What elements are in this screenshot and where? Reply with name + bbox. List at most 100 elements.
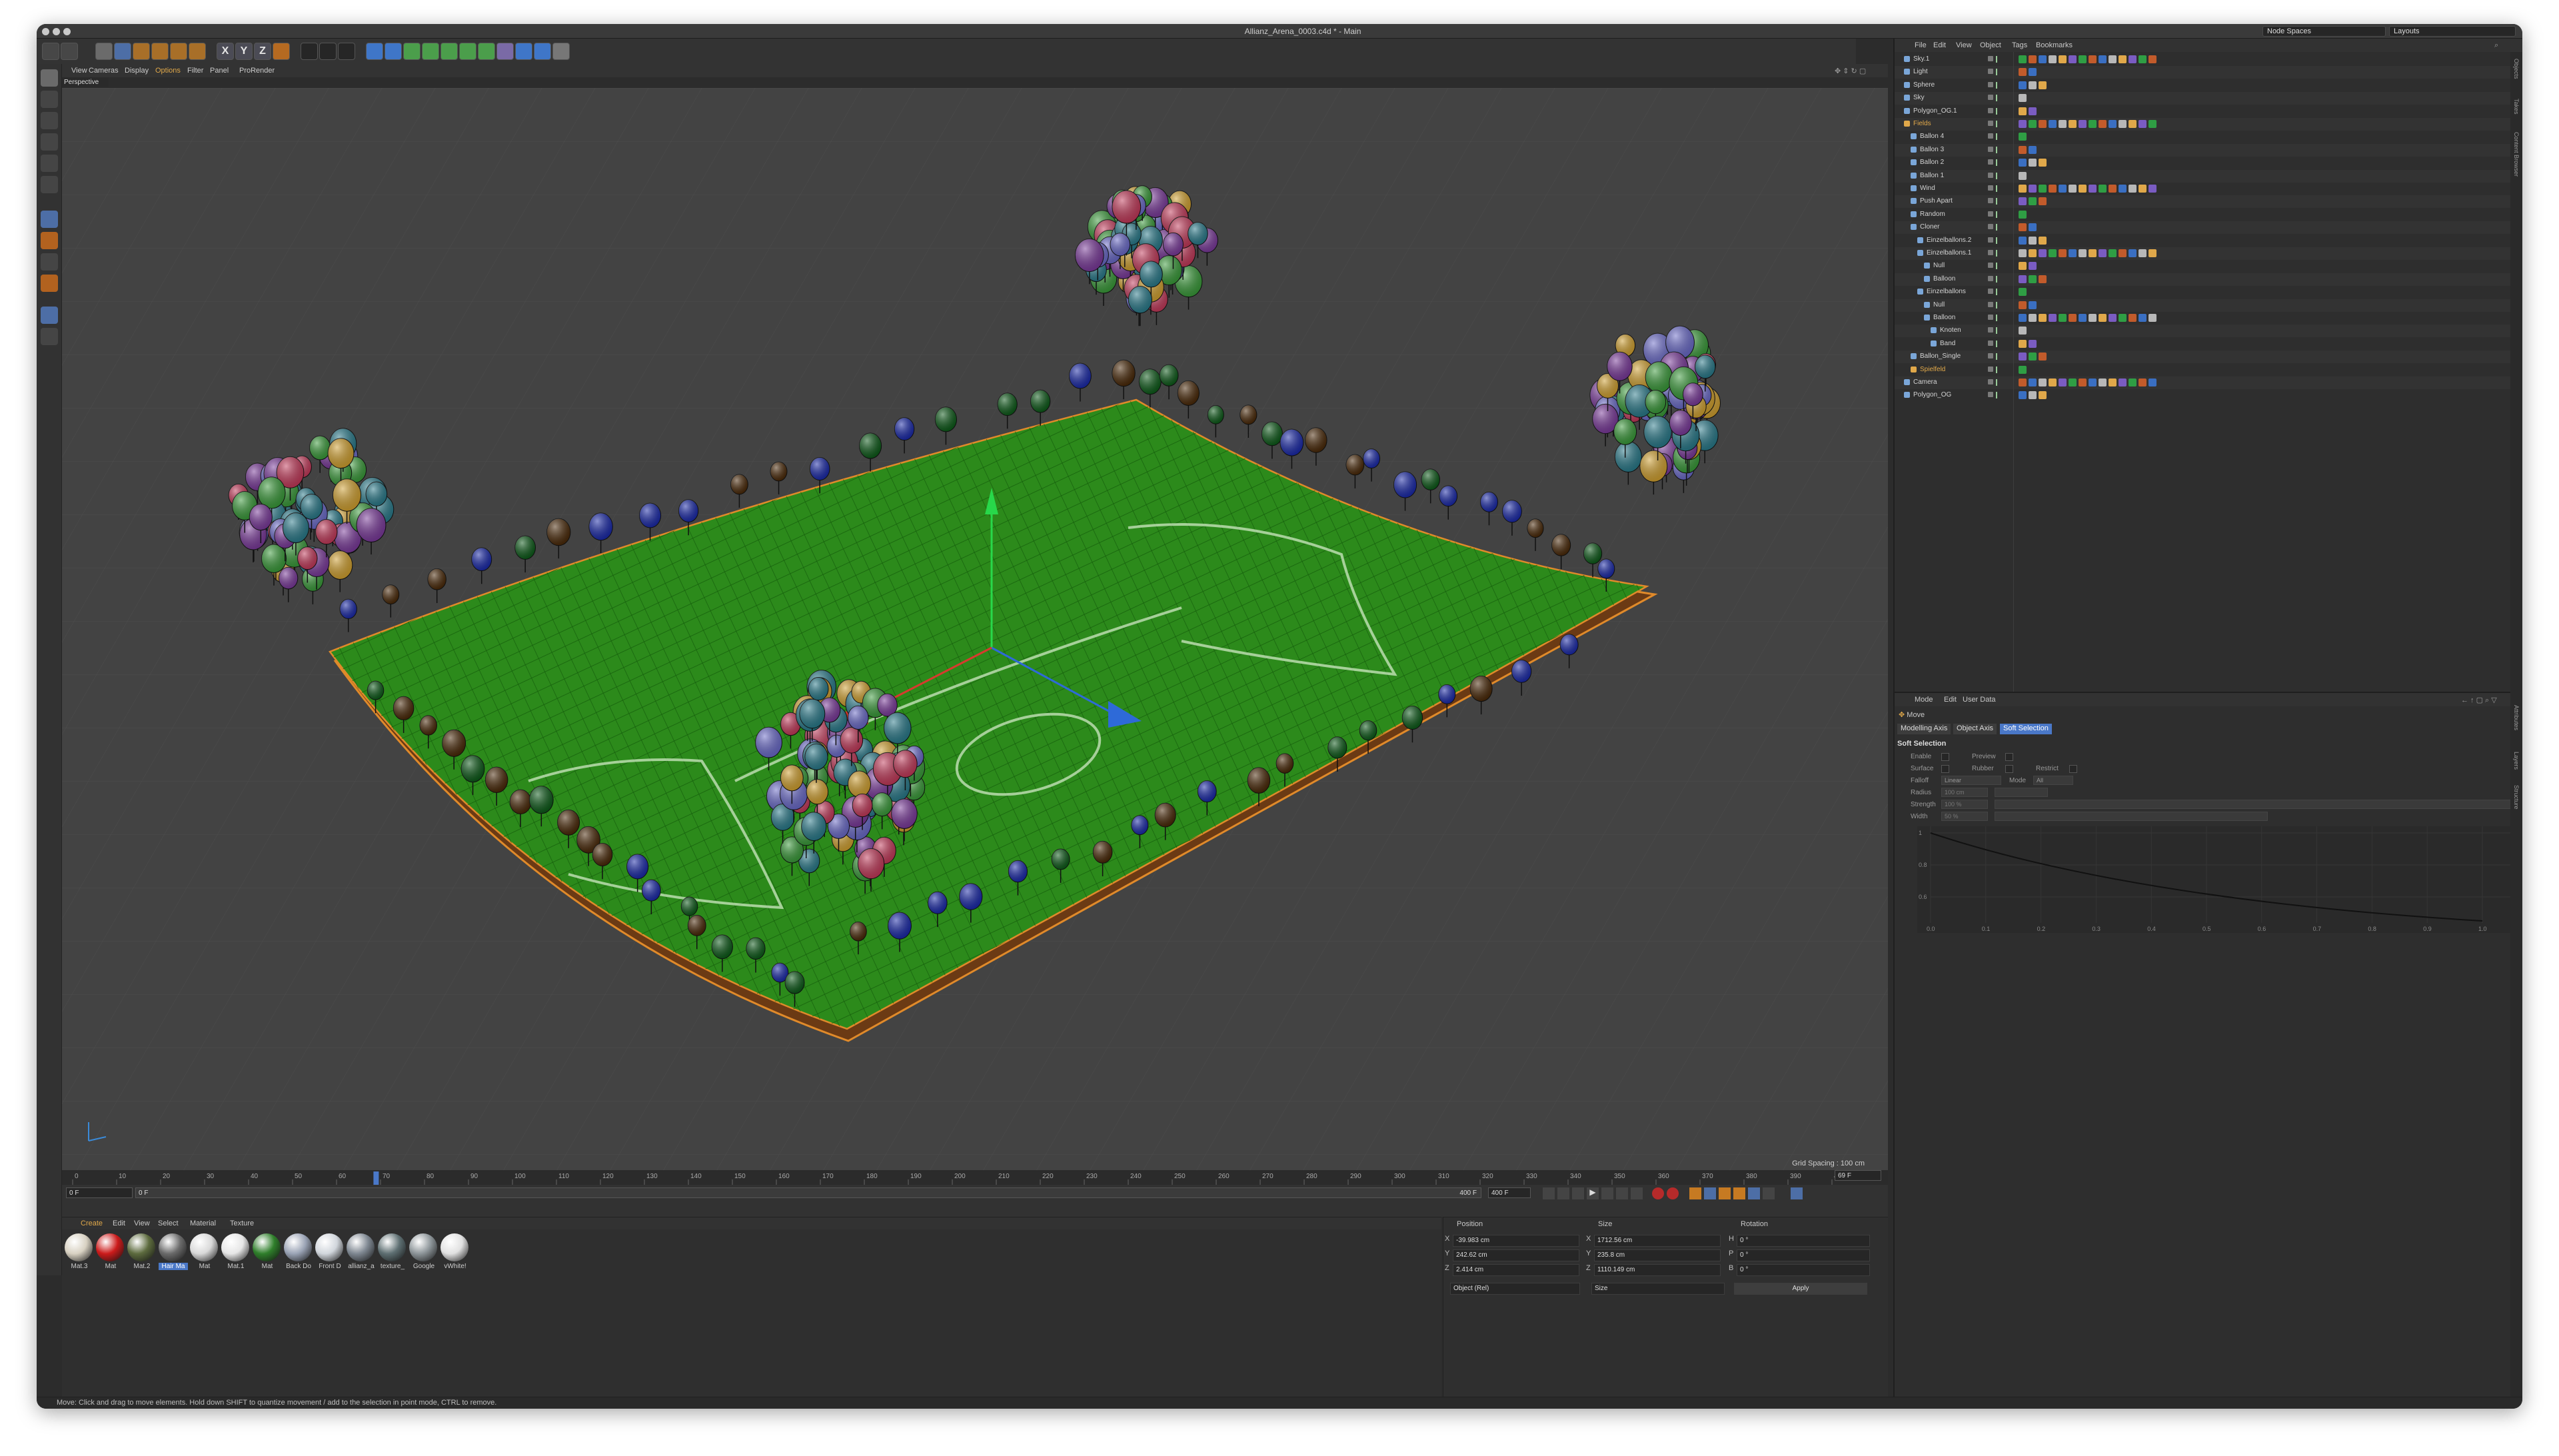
position-field[interactable]: 2.414 cm <box>1453 1264 1579 1276</box>
object-tag-icon[interactable] <box>2019 391 2027 400</box>
object-tag-icon[interactable] <box>2099 185 2107 193</box>
object-tag-icon[interactable] <box>2138 378 2146 386</box>
add-tool-icon[interactable] <box>189 43 206 60</box>
material-swatch[interactable]: Hair Ma <box>159 1233 188 1276</box>
layer-color-icon[interactable] <box>1988 56 1993 61</box>
object-name[interactable]: Einzelballons.1 <box>1927 249 1971 257</box>
width-field[interactable]: 50 % <box>1941 812 1988 821</box>
timeline[interactable]: 0 10 20 30 40 50 60 70 80 90 100 110 120 130 140 150 160… <box>62 1170 1888 1217</box>
object-tag-icon[interactable] <box>2138 185 2146 193</box>
object-tag-icon[interactable] <box>2119 314 2127 322</box>
falloff-dropdown[interactable]: Linear <box>1941 776 2001 785</box>
object-name[interactable]: Einzelballons <box>1927 288 1966 295</box>
object-tag-icon[interactable] <box>2039 249 2047 257</box>
layer-color-icon[interactable] <box>1988 263 1993 269</box>
material-menu-select[interactable]: Select <box>158 1219 179 1227</box>
object-tag-icon[interactable] <box>2059 314 2067 322</box>
render-settings-icon[interactable] <box>338 43 355 60</box>
move-tool-icon[interactable] <box>114 43 131 60</box>
object-name[interactable]: Band <box>1940 340 1955 347</box>
visibility-toggle-icon[interactable] <box>1996 340 2000 347</box>
viewport-menu-cameras[interactable]: Cameras <box>89 67 119 75</box>
object-name[interactable]: Sky <box>1913 94 1925 101</box>
object-tag-icon[interactable] <box>2119 55 2127 63</box>
object-tag-icon[interactable] <box>2079 55 2087 63</box>
node-spaces-dropdown[interactable]: Node Spaces <box>2262 26 2386 37</box>
next-key-icon[interactable] <box>1616 1187 1628 1199</box>
object-tag-icon[interactable] <box>2029 301 2037 309</box>
object-tag-icon[interactable] <box>2029 197 2037 206</box>
object-tag-icon[interactable] <box>2039 120 2047 128</box>
viewport-menu-prorender[interactable]: ProRender <box>239 67 275 75</box>
object-tag-icon[interactable] <box>2069 249 2077 257</box>
viewport-menu-options[interactable]: Options <box>155 67 181 75</box>
strength-field[interactable]: 100 % <box>1941 800 1988 809</box>
visibility-toggle-icon[interactable] <box>1996 81 2000 89</box>
render-view-icon[interactable] <box>319 43 337 60</box>
rotation-field[interactable]: 0 ° <box>1737 1264 1870 1276</box>
side-tab-objects[interactable]: Objects <box>2513 59 2520 79</box>
attribute-menu-user-data[interactable]: User Data <box>1963 696 1996 704</box>
object-row[interactable]: Einzelballons.2 <box>1895 235 2522 247</box>
side-tab-attributes[interactable]: Attributes <box>2513 705 2520 730</box>
layer-color-icon[interactable] <box>1988 146 1993 152</box>
material-menu-material[interactable]: Material <box>190 1219 216 1227</box>
object-tag-icon[interactable] <box>2099 378 2107 386</box>
layer-color-icon[interactable] <box>1988 289 1993 295</box>
visibility-toggle-icon[interactable] <box>1996 263 2000 270</box>
object-row[interactable]: Ballon 3 <box>1895 143 2522 157</box>
edges-mode-icon[interactable] <box>41 133 58 151</box>
object-name[interactable]: Sphere <box>1913 81 1935 89</box>
object-name[interactable]: Balloon <box>1933 275 1955 283</box>
timeline-layout-icon[interactable] <box>1791 1187 1803 1199</box>
visibility-toggle-icon[interactable] <box>1996 250 2000 257</box>
object-tag-icon[interactable] <box>2039 197 2047 206</box>
object-tag-icon[interactable] <box>2029 120 2037 128</box>
attribute-nav-icons[interactable]: ← ↑ ▢ ⌕ ▽ <box>2461 696 2497 705</box>
object-row[interactable]: Polygon_OG.1 <box>1895 105 2522 118</box>
object-tag-icon[interactable] <box>2138 120 2146 128</box>
object-tag-icon[interactable] <box>2039 378 2047 386</box>
material-menu-create[interactable]: Create <box>81 1219 103 1227</box>
scale-key-icon[interactable] <box>1719 1187 1731 1199</box>
object-tag-icon[interactable] <box>2119 249 2127 257</box>
object-tag-icon[interactable] <box>2019 353 2027 361</box>
object-tag-icon[interactable] <box>2029 107 2037 115</box>
tab-modelling-axis[interactable]: Modelling Axis <box>1897 724 1951 734</box>
3d-viewport[interactable]: Grid Spacing : 100 cm <box>62 88 1888 1170</box>
object-tag-icon[interactable] <box>2029 249 2037 257</box>
frame-range-slider[interactable]: 0 F 400 F <box>135 1187 1481 1198</box>
object-menu-tags[interactable]: Tags <box>2012 41 2027 49</box>
keyframe-selection-icon[interactable] <box>1689 1187 1701 1199</box>
layer-color-icon[interactable] <box>1988 198 1993 204</box>
object-tag-icon[interactable] <box>2109 378 2117 386</box>
axis-mode-icon[interactable] <box>41 176 58 193</box>
object-tag-icon[interactable] <box>2019 81 2027 89</box>
object-tag-icon[interactable] <box>2049 249 2057 257</box>
layer-color-icon[interactable] <box>1988 392 1993 398</box>
coordinate-mode-dropdown[interactable]: Object (Rel) <box>1450 1283 1580 1295</box>
layer-color-icon[interactable] <box>1988 95 1993 101</box>
object-tag-icon[interactable] <box>2029 275 2037 283</box>
render-region-icon[interactable] <box>301 43 318 60</box>
rotation-field[interactable]: 0 ° <box>1737 1249 1870 1261</box>
object-row[interactable]: Ballon 4 <box>1895 131 2522 143</box>
object-name[interactable]: Wind <box>1920 185 1935 192</box>
tab-object-axis[interactable]: Object Axis <box>1953 724 1997 734</box>
layer-color-icon[interactable] <box>1988 327 1993 333</box>
camera-icon[interactable] <box>534 43 551 60</box>
size-field[interactable]: 1110.149 cm <box>1594 1264 1721 1276</box>
object-tag-icon[interactable] <box>2129 120 2136 128</box>
object-row[interactable]: Light <box>1895 66 2522 79</box>
object-row[interactable]: Wind <box>1895 183 2522 195</box>
object-tag-icon[interactable] <box>2129 185 2136 193</box>
object-row[interactable]: Sphere <box>1895 79 2522 92</box>
object-tag-icon[interactable] <box>2129 378 2136 386</box>
object-tag-icon[interactable] <box>2039 81 2047 89</box>
object-row[interactable]: Null <box>1895 260 2522 273</box>
position-field[interactable]: 242.62 cm <box>1453 1249 1579 1261</box>
object-tag-icon[interactable] <box>2138 314 2146 322</box>
object-tag-icon[interactable] <box>2109 249 2117 257</box>
material-swatch[interactable]: Mat.3 <box>65 1233 94 1276</box>
object-tag-icon[interactable] <box>2019 223 2027 232</box>
